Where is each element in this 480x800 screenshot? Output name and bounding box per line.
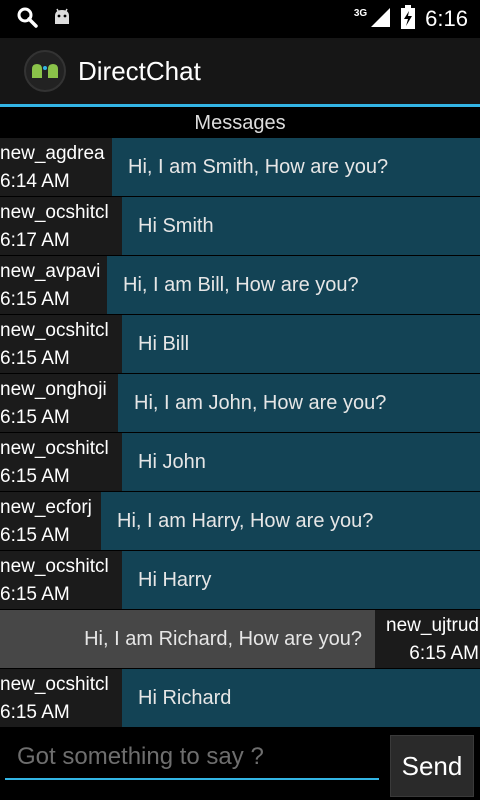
message-bubble[interactable]: Hi, I am Smith, How are you? (112, 138, 480, 196)
message-bubble[interactable]: Hi, I am John, How are you? (118, 374, 480, 432)
signal-icon (369, 6, 391, 33)
message-bubble[interactable]: Hi John (122, 433, 480, 491)
message-row[interactable]: new_ocshitcl 6:15 AM Hi John (0, 433, 480, 491)
message-bubble[interactable]: Hi, I am Harry, How are you? (101, 492, 480, 550)
message-row[interactable]: Hi, I am Richard, How are you? new_ujtru… (0, 610, 480, 668)
message-time: 6:15 AM (0, 525, 70, 546)
message-bubble[interactable]: Hi Smith (122, 197, 480, 255)
sender-info: new_ocshitcl 6:17 AM (0, 197, 122, 255)
composer: Send (0, 730, 480, 800)
search-icon (16, 6, 38, 33)
message-bubble[interactable]: Hi Bill (122, 315, 480, 373)
message-time: 6:15 AM (0, 348, 70, 369)
app-logo-icon[interactable] (24, 50, 66, 92)
message-text: Hi Richard (138, 686, 232, 709)
sender-info: new_ocshitcl 6:15 AM (0, 315, 122, 373)
sender-name: new_ecforj (0, 497, 92, 518)
message-input[interactable] (5, 736, 379, 780)
message-time: 6:15 AM (409, 643, 479, 664)
message-text: Hi, I am Harry, How are you? (117, 509, 374, 532)
message-bubble[interactable]: Hi Harry (122, 551, 480, 609)
message-text: Hi, I am Bill, How are you? (123, 273, 359, 296)
message-time: 6:14 AM (0, 171, 70, 192)
message-text: Hi, I am Smith, How are you? (128, 155, 389, 178)
message-bubble[interactable]: Hi, I am Richard, How are you? (0, 610, 376, 668)
sender-name: new_ocshitcl (0, 320, 109, 341)
message-row[interactable]: new_ocshitcl 6:15 AM Hi Richard (0, 669, 480, 727)
message-text: Hi John (138, 450, 206, 473)
app-title: DirectChat (78, 55, 201, 86)
sender-name: new_avpavi (0, 261, 101, 282)
sender-name: new_ocshitcl (0, 202, 109, 223)
message-list[interactable]: new_agdrea 6:14 AM Hi, I am Smith, How a… (0, 138, 480, 728)
message-time: 6:15 AM (0, 407, 70, 428)
message-time: 6:15 AM (0, 466, 70, 487)
clock: 6:16 (425, 6, 468, 31)
message-row[interactable]: new_onghoji 6:15 AM Hi, I am John, How a… (0, 374, 480, 432)
sender-info: new_ocshitcl 6:15 AM (0, 669, 122, 727)
sender-name: new_ocshitcl (0, 674, 109, 695)
network-type: 3G (353, 7, 368, 19)
message-bubble[interactable]: Hi Richard (122, 669, 480, 727)
message-row[interactable]: new_ocshitcl 6:15 AM Hi Harry (0, 551, 480, 609)
sender-name: new_onghoji (0, 379, 107, 400)
sender-info: new_ocshitcl 6:15 AM (0, 551, 122, 609)
sender-name: new_ocshitcl (0, 438, 109, 459)
sender-info: new_ujtrud 6:15 AM (375, 610, 480, 668)
message-row[interactable]: new_ocshitcl 6:17 AM Hi Smith (0, 197, 480, 255)
message-bubble[interactable]: Hi, I am Bill, How are you? (107, 256, 480, 314)
message-row[interactable]: new_agdrea 6:14 AM Hi, I am Smith, How a… (0, 138, 480, 196)
message-text: Hi, I am Richard, How are you? (84, 627, 362, 650)
message-text: Hi Smith (138, 214, 214, 237)
sender-name: new_agdrea (0, 143, 105, 164)
sender-name: new_ocshitcl (0, 556, 109, 577)
message-text: Hi Harry (138, 568, 212, 591)
action-bar-divider (0, 104, 480, 107)
sender-info: new_agdrea 6:14 AM (0, 138, 112, 196)
messages-header: Messages (194, 112, 286, 134)
sender-info: new_ecforj 6:15 AM (0, 492, 101, 550)
message-time: 6:15 AM (0, 584, 70, 605)
message-row[interactable]: new_avpavi 6:15 AM Hi, I am Bill, How ar… (0, 256, 480, 314)
sender-info: new_avpavi 6:15 AM (0, 256, 107, 314)
status-bar: 3G 6:16 (0, 0, 480, 38)
message-row[interactable]: new_ocshitcl 6:15 AM Hi Bill (0, 315, 480, 373)
message-time: 6:17 AM (0, 230, 70, 251)
sender-info: new_ocshitcl 6:15 AM (0, 433, 122, 491)
message-time: 6:15 AM (0, 702, 70, 723)
message-text: Hi Bill (138, 332, 190, 355)
sender-name: new_ujtrud (386, 615, 479, 636)
android-icon (52, 7, 72, 32)
battery-icon (401, 4, 416, 34)
message-row[interactable]: new_ecforj 6:15 AM Hi, I am Harry, How a… (0, 492, 480, 550)
send-button[interactable]: Send (390, 735, 474, 797)
message-text: Hi, I am John, How are you? (134, 391, 387, 414)
sender-info: new_onghoji 6:15 AM (0, 374, 118, 432)
message-time: 6:15 AM (0, 289, 70, 310)
action-bar: DirectChat (0, 38, 480, 104)
